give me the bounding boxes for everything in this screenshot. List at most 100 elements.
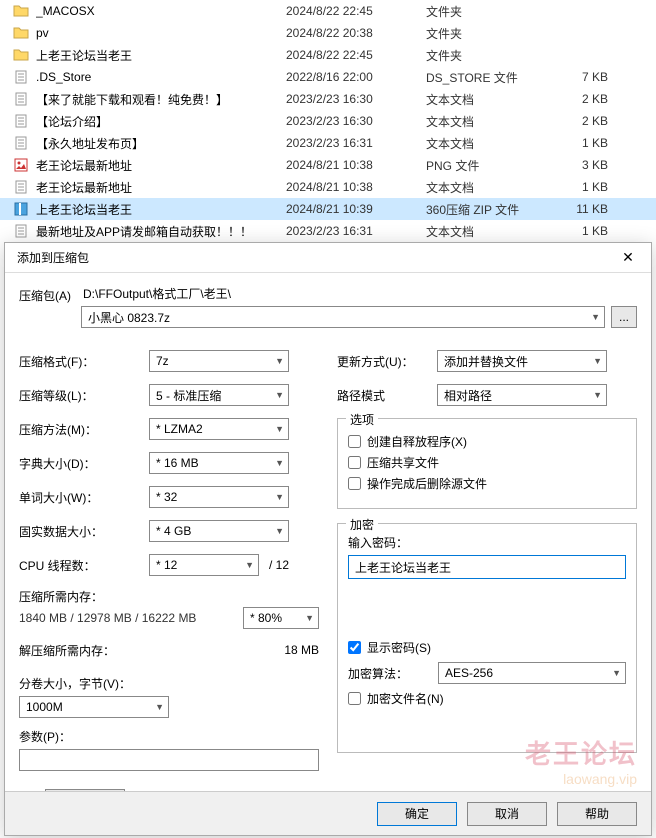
chevron-down-icon: ▼	[275, 458, 284, 468]
file-date: 2024/8/22 22:45	[286, 4, 426, 18]
encnames-checkbox[interactable]: 加密文件名(N)	[348, 690, 626, 707]
compmem-pct-combo[interactable]: * 80%▼	[243, 607, 319, 629]
close-icon[interactable]: ✕	[613, 249, 643, 266]
password-input[interactable]	[348, 555, 626, 579]
file-type: 文本文档	[426, 113, 566, 130]
file-row[interactable]: _MACOSX2024/8/22 22:45文件夹	[0, 0, 656, 22]
dict-combo[interactable]: * 16 MB▼	[149, 452, 289, 474]
chevron-down-icon: ▼	[593, 356, 602, 366]
ok-button[interactable]: 确定	[377, 802, 457, 826]
file-name: 上老王论坛当老王	[36, 47, 286, 64]
help-button[interactable]: 帮助	[557, 802, 637, 826]
params-input[interactable]	[19, 749, 319, 771]
right-column: 更新方式(U)：添加并替换文件▼ 路径模式相对路径▼ 选项 创建自释放程序(X)…	[337, 344, 637, 817]
file-size: 2 KB	[566, 114, 626, 128]
dialog-titlebar: 添加到压缩包 ✕	[5, 243, 651, 273]
file-row[interactable]: 上老王论坛当老王2024/8/21 10:39360压缩 ZIP 文件11 KB	[0, 198, 656, 220]
file-size: 1 KB	[566, 224, 626, 238]
options-fieldset: 选项 创建自释放程序(X) 压缩共享文件 操作完成后删除源文件	[337, 418, 637, 509]
level-combo[interactable]: 5 - 标准压缩▼	[149, 384, 289, 406]
dict-label: 字典大小(D)：	[19, 455, 149, 472]
alg-label: 加密算法：	[348, 665, 428, 682]
file-type: 文件夹	[426, 47, 566, 64]
decompmem-value: 18 MB	[284, 643, 319, 657]
compmem-value: 1840 MB / 12978 MB / 16222 MB	[19, 611, 196, 625]
chevron-down-icon: ▼	[275, 390, 284, 400]
split-combo[interactable]: 1000M▼	[19, 696, 169, 718]
file-type: 文本文档	[426, 135, 566, 152]
folder-icon	[12, 24, 30, 42]
chevron-down-icon: ▼	[305, 613, 314, 623]
file-size: 1 KB	[566, 180, 626, 194]
file-row[interactable]: 老王论坛最新地址2024/8/21 10:38文本文档1 KB	[0, 176, 656, 198]
sfx-checkbox[interactable]: 创建自释放程序(X)	[348, 433, 626, 450]
level-label: 压缩等级(L)：	[19, 387, 149, 404]
file-name: 最新地址及APP请发邮箱自动获取！！！	[36, 223, 286, 240]
file-type: 文件夹	[426, 25, 566, 42]
txt-icon	[12, 178, 30, 196]
file-size: 2 KB	[566, 92, 626, 106]
file-size: 1 KB	[566, 136, 626, 150]
file-row[interactable]: 【论坛介绍】2023/2/23 16:30文本文档2 KB	[0, 110, 656, 132]
file-date: 2023/2/23 16:31	[286, 224, 426, 238]
archive-path: D:\FFOutput\格式工厂\老王\	[81, 285, 637, 302]
compmem-label: 压缩所需内存：	[19, 588, 319, 605]
file-type: 文件夹	[426, 3, 566, 20]
file-name: 老王论坛最新地址	[36, 157, 286, 174]
file-date: 2022/8/16 22:00	[286, 70, 426, 84]
file-row[interactable]: 最新地址及APP请发邮箱自动获取！！！2023/2/23 16:31文本文档1 …	[0, 220, 656, 242]
file-row[interactable]: 【永久地址发布页】2023/2/23 16:31文本文档1 KB	[0, 132, 656, 154]
file-row[interactable]: 老王论坛最新地址2024/8/21 10:38PNG 文件3 KB	[0, 154, 656, 176]
browse-button[interactable]: ...	[611, 306, 637, 328]
file-name: 老王论坛最新地址	[36, 179, 286, 196]
file-row[interactable]: pv2024/8/22 20:38文件夹	[0, 22, 656, 44]
file-date: 2024/8/22 22:45	[286, 48, 426, 62]
file-name: 【永久地址发布页】	[36, 135, 286, 152]
method-label: 压缩方法(M)：	[19, 421, 149, 438]
pathmode-label: 路径模式	[337, 387, 437, 404]
chevron-down-icon: ▼	[612, 668, 621, 678]
word-combo[interactable]: * 32▼	[149, 486, 289, 508]
update-label: 更新方式(U)：	[337, 353, 437, 370]
decompmem-label: 解压缩所需内存：	[19, 642, 284, 659]
txt-icon	[12, 90, 30, 108]
file-name: pv	[36, 26, 286, 40]
alg-combo[interactable]: AES-256▼	[438, 662, 626, 684]
cpu-label: CPU 线程数：	[19, 557, 149, 574]
pathmode-combo[interactable]: 相对路径▼	[437, 384, 607, 406]
left-column: 压缩格式(F)：7z▼ 压缩等级(L)：5 - 标准压缩▼ 压缩方法(M)：* …	[19, 344, 319, 817]
cancel-button[interactable]: 取消	[467, 802, 547, 826]
chevron-down-icon: ▼	[593, 390, 602, 400]
file-date: 2024/8/21 10:39	[286, 202, 426, 216]
chevron-down-icon: ▼	[245, 560, 254, 570]
file-row[interactable]: 【来了就能下载和观看！纯免费！】2023/2/23 16:30文本文档2 KB	[0, 88, 656, 110]
cpu-total: / 12	[269, 558, 289, 572]
file-type: 360压缩 ZIP 文件	[426, 201, 566, 218]
encrypt-fieldset: 加密 输入密码： 显示密码(S) 加密算法： AES-256▼ 加密文件名(N)	[337, 523, 637, 753]
file-type: DS_STORE 文件	[426, 69, 566, 86]
archive-label: 压缩包(A)	[19, 285, 73, 304]
share-checkbox[interactable]: 压缩共享文件	[348, 454, 626, 471]
archive-filename-combo[interactable]: 小黑心 0823.7z ▼	[81, 306, 605, 328]
method-combo[interactable]: * LZMA2▼	[149, 418, 289, 440]
file-size: 11 KB	[566, 202, 626, 216]
delete-checkbox[interactable]: 操作完成后删除源文件	[348, 475, 626, 492]
file-type: PNG 文件	[426, 157, 566, 174]
txt-icon	[12, 134, 30, 152]
chevron-down-icon: ▼	[275, 424, 284, 434]
dialog-footer: 确定 取消 帮助	[5, 791, 651, 835]
file-name: 【论坛介绍】	[36, 113, 286, 130]
params-label: 参数(P)：	[19, 728, 319, 745]
cpu-combo[interactable]: * 12▼	[149, 554, 259, 576]
file-row[interactable]: .DS_Store2022/8/16 22:00DS_STORE 文件7 KB	[0, 66, 656, 88]
update-combo[interactable]: 添加并替换文件▼	[437, 350, 607, 372]
file-date: 2023/2/23 16:31	[286, 136, 426, 150]
file-date: 2024/8/22 20:38	[286, 26, 426, 40]
file-size: 7 KB	[566, 70, 626, 84]
solid-combo[interactable]: * 4 GB▼	[149, 520, 289, 542]
folder-icon	[12, 46, 30, 64]
showpw-checkbox[interactable]: 显示密码(S)	[348, 639, 626, 656]
split-label: 分卷大小，字节(V)：	[19, 675, 319, 692]
format-combo[interactable]: 7z▼	[149, 350, 289, 372]
file-row[interactable]: 上老王论坛当老王2024/8/22 22:45文件夹	[0, 44, 656, 66]
